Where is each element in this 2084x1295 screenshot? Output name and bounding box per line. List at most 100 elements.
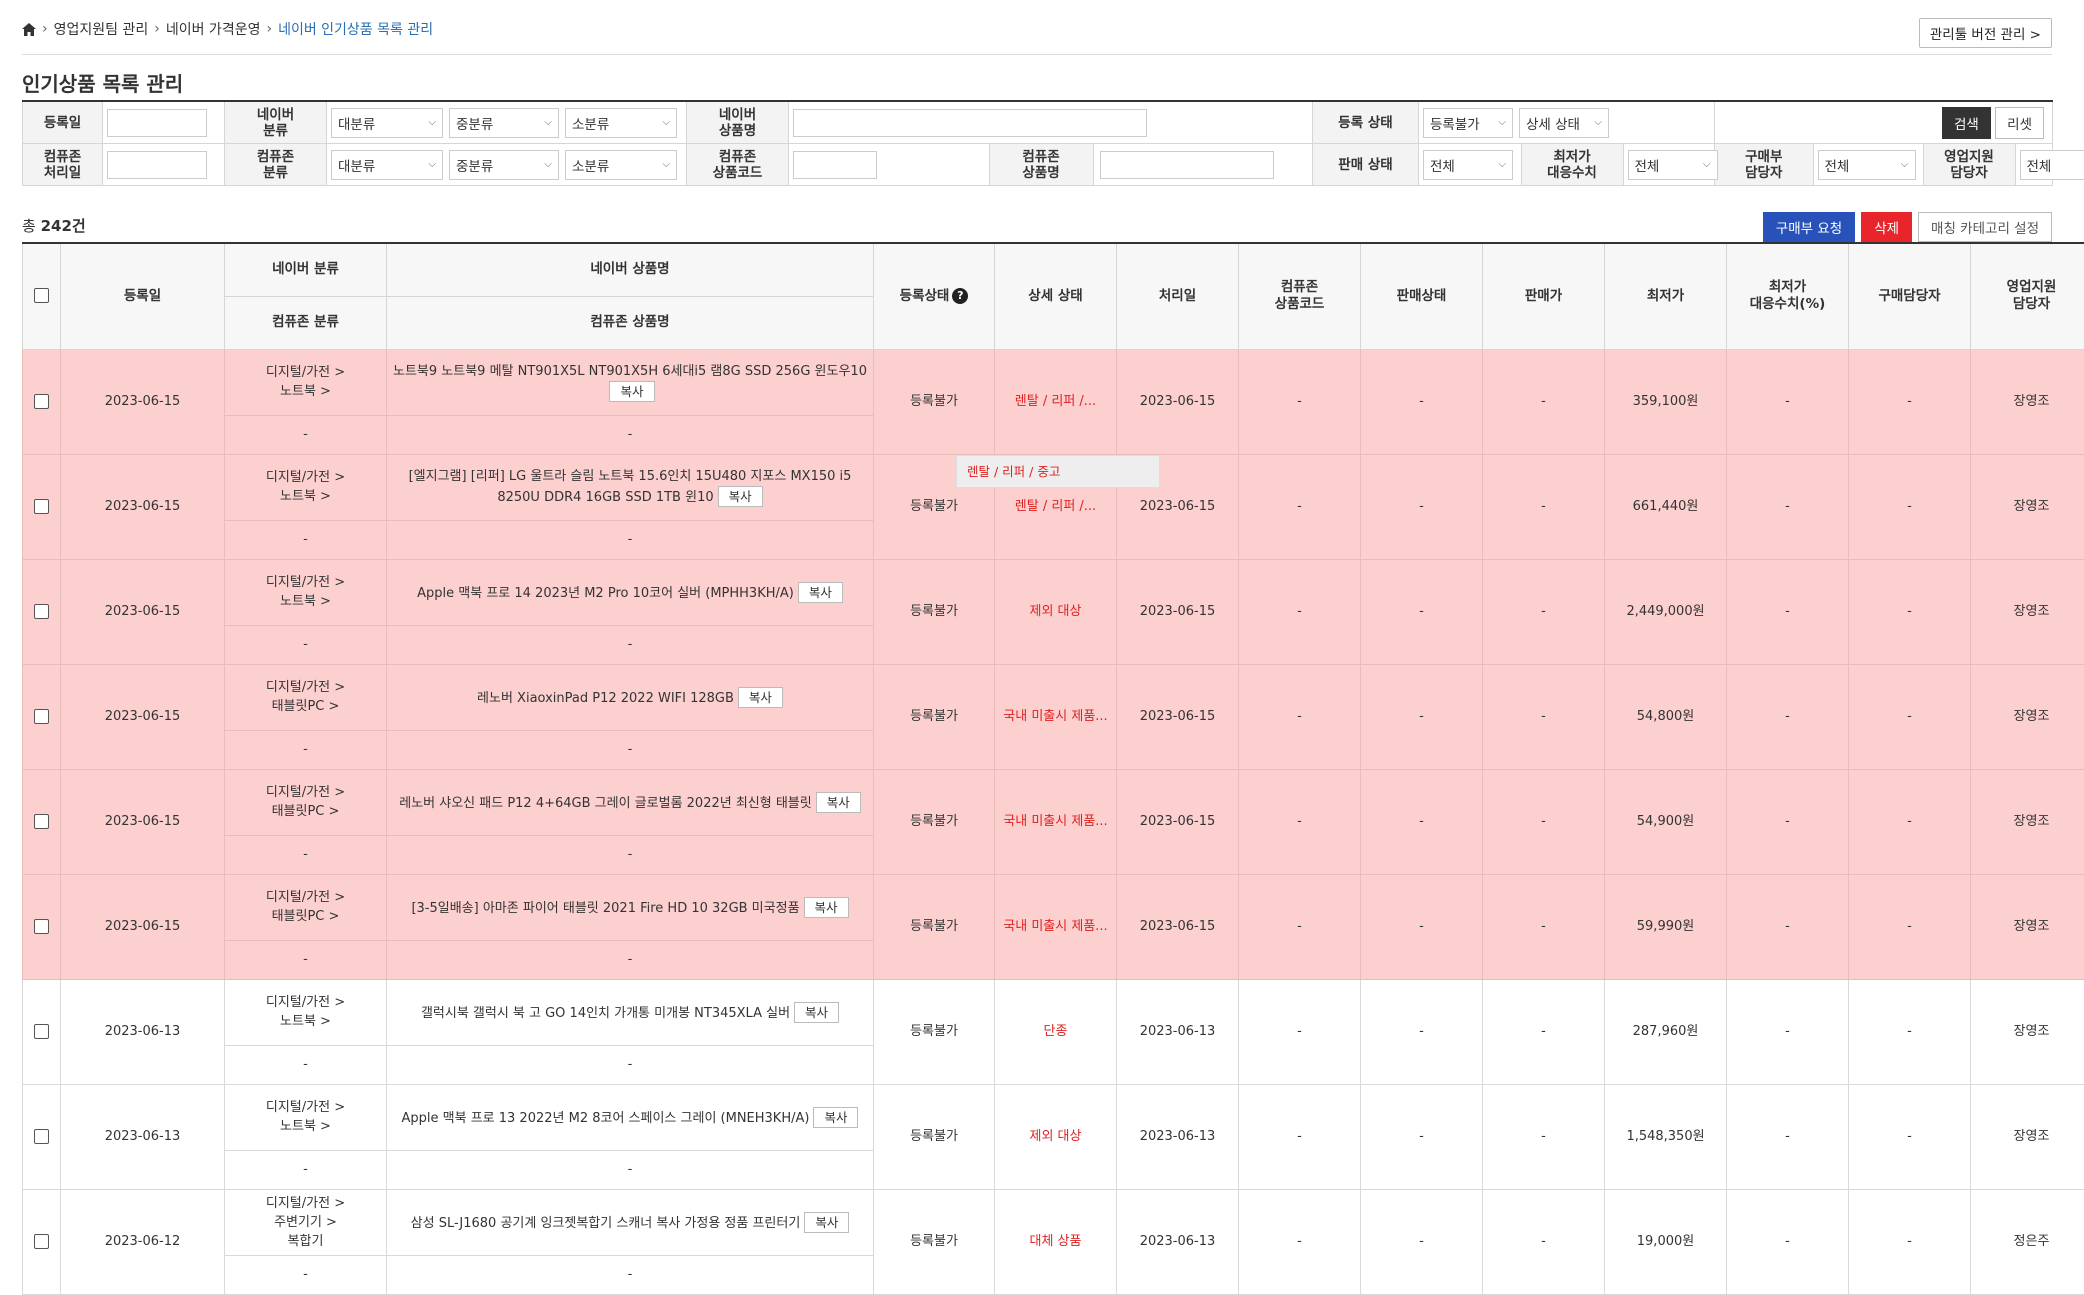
table-row[interactable]: 2023-06-15디지털/가전 > 노트북 >Apple 맥북 프로 14 2…: [23, 559, 2084, 625]
row-checkbox[interactable]: [34, 814, 49, 829]
buyer-select[interactable]: 전체⌵: [1818, 150, 1916, 180]
sales-mgr-select[interactable]: 전체⌵: [2020, 150, 2084, 180]
table-row[interactable]: 2023-06-15디지털/가전 > 태블릿PC >[3-5일배송] 아마존 파…: [23, 874, 2084, 940]
copy-button[interactable]: 복사: [718, 486, 763, 507]
delete-button[interactable]: 삭제: [1861, 212, 1912, 242]
row-checkbox[interactable]: [34, 394, 49, 409]
row-checkbox[interactable]: [34, 1129, 49, 1144]
naver-name-text[interactable]: 레노버 XiaoxinPad P12 2022 WIFI 128GB: [477, 691, 734, 706]
row-checkbox[interactable]: [34, 1234, 49, 1249]
col-sales-mgr[interactable]: 영업지원 담당자: [1971, 243, 2084, 349]
cpz-name-input[interactable]: [1100, 151, 1274, 179]
cpz-date-input[interactable]: [107, 151, 207, 179]
table-row[interactable]: 2023-06-15디지털/가전 > 태블릿PC >레노버 XiaoxinPad…: [23, 664, 2084, 730]
detail-status-cell[interactable]: 국내 미출시 제품...: [995, 874, 1117, 979]
copy-button[interactable]: 복사: [804, 897, 849, 918]
home-icon[interactable]: [22, 23, 36, 36]
cpz-code-cell: -: [1239, 769, 1361, 874]
breadcrumb-item-sales-support[interactable]: 영업지원팀 관리: [54, 19, 149, 39]
detail-status-select[interactable]: 상세 상태⌵: [1519, 108, 1609, 138]
detail-status-cell[interactable]: 국내 미출시 제품...: [995, 769, 1117, 874]
naver-name-text[interactable]: Apple 맥북 프로 13 2022년 M2 8코어 스페이스 그레이 (MN…: [402, 1111, 810, 1126]
search-button[interactable]: 검색: [1942, 107, 1991, 139]
reset-button[interactable]: 리셋: [1995, 107, 2044, 139]
row-checkbox[interactable]: [34, 1024, 49, 1039]
detail-status-cell[interactable]: 렌탈 / 리퍼 /...: [995, 349, 1117, 454]
cpz-code-input[interactable]: [793, 151, 877, 179]
copy-button[interactable]: 복사: [804, 1212, 849, 1233]
copy-button[interactable]: 복사: [816, 792, 861, 813]
buyer-request-button[interactable]: 구매부 요청: [1763, 212, 1855, 242]
detail-status-cell[interactable]: 단종: [995, 979, 1117, 1084]
copy-button[interactable]: 복사: [794, 1002, 839, 1023]
cpz-code-cell: -: [1239, 559, 1361, 664]
lowest-price-cell: 661,440원: [1605, 454, 1727, 559]
reg-status-cell: 등록불가: [874, 349, 995, 454]
col-reg-status[interactable]: 등록상태?: [874, 243, 995, 349]
naver-name-text[interactable]: [엘지그램] [리퍼] LG 울트라 슬림 노트북 15.6인치 15U480 …: [409, 469, 852, 505]
lowest-ratio-cell: -: [1727, 454, 1849, 559]
col-proc-date[interactable]: 처리일: [1117, 243, 1239, 349]
detail-status-cell[interactable]: 제외 대상: [995, 1084, 1117, 1189]
lowest-price-cell: 287,960원: [1605, 979, 1727, 1084]
naver-small-cat-select[interactable]: 소분류⌵: [565, 108, 677, 138]
col-sale-status[interactable]: 판매상태: [1361, 243, 1483, 349]
naver-name-text[interactable]: 레노버 샤오신 패드 P12 4+64GB 그레이 글로벌롬 2022년 최신형…: [399, 796, 811, 811]
naver-name-text[interactable]: 노트북9 노트북9 메탈 NT901X5L NT901X5H 6세대i5 램8G…: [393, 364, 867, 379]
detail-status-cell[interactable]: 제외 대상: [995, 559, 1117, 664]
cpz-name-cell: -: [387, 1045, 874, 1084]
col-detail-status[interactable]: 상세 상태: [995, 243, 1117, 349]
copy-button[interactable]: 복사: [813, 1107, 858, 1128]
copy-button[interactable]: 복사: [738, 687, 783, 708]
match-category-button[interactable]: 매칭 카테고리 설정: [1918, 212, 2052, 242]
row-checkbox[interactable]: [34, 709, 49, 724]
naver-name-text[interactable]: 삼성 SL-J1680 공기계 잉크젯복합기 스캐너 복사 가정용 정품 프린터…: [411, 1216, 801, 1231]
chevron-down-icon: ⌵: [662, 159, 670, 170]
row-checkbox[interactable]: [34, 499, 49, 514]
naver-name-input[interactable]: [793, 109, 1147, 137]
cpz-cat-cell: -: [225, 1045, 387, 1084]
breadcrumb-item-current[interactable]: 네이버 인기상품 목록 관리: [278, 19, 433, 39]
chevron-down-icon: ⌵: [1901, 159, 1909, 170]
row-checkbox[interactable]: [34, 919, 49, 934]
breadcrumb-item-naver-price[interactable]: 네이버 가격운영: [166, 19, 261, 39]
col-naver-cat[interactable]: 네이버 분류: [225, 243, 387, 296]
col-buyer[interactable]: 구매담당자: [1849, 243, 1971, 349]
table-row[interactable]: 2023-06-15디지털/가전 > 노트북 >노트북9 노트북9 메탈 NT9…: [23, 349, 2084, 415]
naver-name-text[interactable]: Apple 맥북 프로 14 2023년 M2 Pro 10코어 실버 (MPH…: [417, 586, 794, 601]
naver-big-cat-select[interactable]: 대분류⌵: [331, 108, 443, 138]
naver-name-text[interactable]: 갤럭시북 갤럭시 북 고 GO 14인치 가개통 미개봉 NT345XLA 실버: [421, 1006, 790, 1021]
detail-status-cell[interactable]: 국내 미출시 제품...: [995, 664, 1117, 769]
cpz-cat-cell: -: [225, 625, 387, 664]
col-lowest-price[interactable]: 최저가: [1605, 243, 1727, 349]
naver-name-text[interactable]: [3-5일배송] 아마존 파이어 태블릿 2021 Fire HD 10 32G…: [411, 901, 799, 916]
col-cpz-name[interactable]: 컴퓨존 상품명: [387, 296, 874, 349]
filter-label-reg-status: 등록 상태: [1313, 101, 1419, 144]
row-checkbox[interactable]: [34, 604, 49, 619]
col-reg-date[interactable]: 등록일: [61, 243, 225, 349]
naver-mid-cat-select[interactable]: 중분류⌵: [449, 108, 559, 138]
col-sale-price[interactable]: 판매가: [1483, 243, 1605, 349]
col-cpz-cat[interactable]: 컴퓨존 분류: [225, 296, 387, 349]
copy-button[interactable]: 복사: [609, 381, 654, 402]
table-row[interactable]: 2023-06-15디지털/가전 > 태블릿PC >레노버 샤오신 패드 P12…: [23, 769, 2084, 835]
select-all-checkbox[interactable]: [34, 288, 49, 303]
reg-date-input[interactable]: [107, 109, 207, 137]
table-row[interactable]: 2023-06-13디지털/가전 > 노트북 >갤럭시북 갤럭시 북 고 GO …: [23, 979, 2084, 1045]
table-row[interactable]: 2023-06-13디지털/가전 > 노트북 >Apple 맥북 프로 13 2…: [23, 1084, 2084, 1150]
copy-button[interactable]: 복사: [798, 582, 843, 603]
cpz-mid-cat-select[interactable]: 중분류⌵: [449, 150, 559, 180]
sale-status-select[interactable]: 전체⌵: [1423, 150, 1513, 180]
lowest-select[interactable]: 전체⌵: [1628, 150, 1718, 180]
reg-status-select[interactable]: 등록불가⌵: [1423, 108, 1513, 138]
table-row[interactable]: 2023-06-12디지털/가전 > 주변기기 > 복합기삼성 SL-J1680…: [23, 1189, 2084, 1255]
version-manage-button[interactable]: 관리툴 버전 관리 >: [1919, 18, 2052, 48]
col-naver-name[interactable]: 네이버 상품명: [387, 243, 874, 296]
help-icon[interactable]: ?: [952, 288, 968, 304]
cpz-small-cat-select[interactable]: 소분류⌵: [565, 150, 677, 180]
col-cpz-code[interactable]: 컴퓨존 상품코드: [1239, 243, 1361, 349]
cpz-name-cell: -: [387, 940, 874, 979]
col-lowest-ratio[interactable]: 최저가 대응수치(%): [1727, 243, 1849, 349]
detail-status-cell[interactable]: 대체 상품: [995, 1189, 1117, 1294]
cpz-big-cat-select[interactable]: 대분류⌵: [331, 150, 443, 180]
